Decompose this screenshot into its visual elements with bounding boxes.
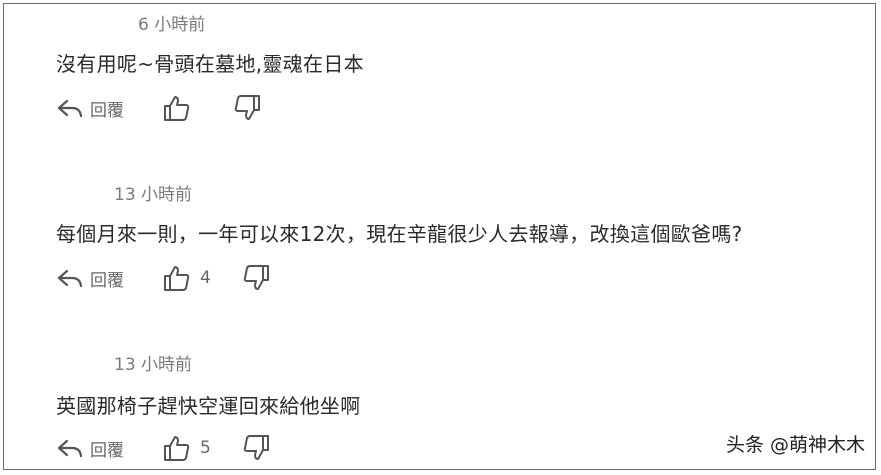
like-button[interactable] — [162, 93, 210, 123]
like-count: 5 — [200, 438, 211, 458]
reply-button[interactable]: 回覆 — [56, 436, 124, 461]
dislike-button[interactable] — [232, 93, 262, 123]
like-count: 4 — [200, 268, 211, 288]
thumbs-down-icon — [234, 95, 260, 120]
reply-button[interactable]: 回覆 — [56, 266, 124, 291]
comment-actions: 回覆 4 — [56, 262, 271, 294]
like-button[interactable]: 5 — [162, 433, 211, 463]
thumbs-up-icon — [164, 436, 190, 461]
comment-timestamp: 13 小時前 — [114, 355, 193, 375]
reply-label: 回覆 — [90, 440, 124, 461]
comment-actions: 回覆 5 — [56, 432, 271, 464]
reply-arrow-icon — [57, 269, 83, 288]
like-button[interactable]: 4 — [162, 263, 211, 293]
reply-button[interactable]: 回覆 — [56, 96, 124, 121]
comment-text: 英國那椅子趕快空運回來給他坐啊 — [56, 394, 361, 418]
thumbs-down-icon — [243, 265, 269, 290]
reply-label: 回覆 — [90, 270, 124, 291]
dislike-button[interactable] — [241, 433, 271, 463]
comment-text: 沒有用呢~骨頭在墓地,靈魂在日本 — [56, 52, 364, 76]
dislike-button[interactable] — [241, 263, 271, 293]
comment-text: 每個月來一則，一年可以來12次，現在辛龍很少人去報導，改換這個歐爸嗎? — [56, 222, 743, 246]
watermark: 头条 @萌神木木 — [725, 434, 865, 456]
thumbs-down-icon — [243, 435, 269, 460]
comment-list: 6 小時前 沒有用呢~骨頭在墓地,靈魂在日本 回覆 13 小時前 每個月來一則，… — [3, 3, 876, 470]
comment-actions: 回覆 — [56, 92, 262, 124]
reply-arrow-icon — [57, 439, 83, 458]
comment-timestamp: 13 小時前 — [114, 185, 193, 205]
reply-arrow-icon — [57, 99, 83, 118]
comment-timestamp: 6 小時前 — [138, 15, 206, 35]
reply-label: 回覆 — [90, 100, 124, 121]
thumbs-up-icon — [164, 96, 190, 121]
thumbs-up-icon — [164, 266, 190, 291]
